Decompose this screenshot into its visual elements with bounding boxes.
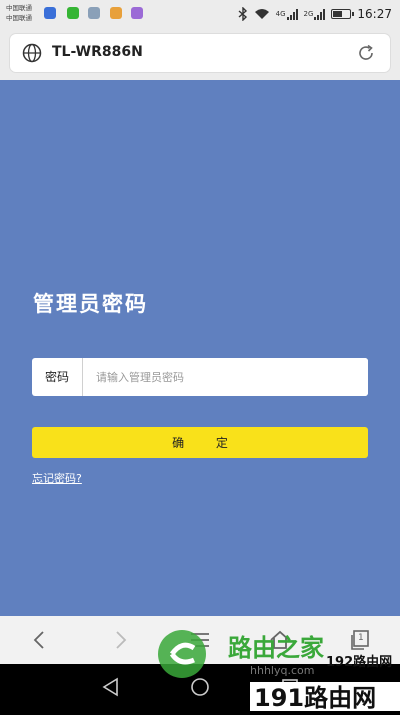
- gallery-icon: [88, 7, 100, 19]
- confirm-button[interactable]: 确 定: [32, 427, 368, 458]
- browser-bottom-nav: 1: [0, 616, 400, 664]
- reload-icon[interactable]: [356, 43, 376, 63]
- app-icon: [131, 7, 143, 19]
- login-page: 管理员密码 密码 确 定 忘记密码?: [0, 80, 400, 616]
- message-icon: [44, 7, 56, 19]
- password-group: 密码: [32, 358, 368, 396]
- home-icon[interactable]: [268, 628, 292, 652]
- net-type-2: 2G: [303, 9, 314, 18]
- wechat-icon: [67, 7, 79, 19]
- back-icon[interactable]: [28, 628, 52, 652]
- gallery-icon: [110, 7, 122, 19]
- forgot-password-link[interactable]: 忘记密码?: [32, 470, 82, 486]
- tabs-icon[interactable]: 1: [348, 628, 372, 652]
- clock: 16:27: [357, 7, 392, 21]
- address-bar[interactable]: TL-WR886N: [10, 34, 390, 72]
- battery-icon: [331, 9, 355, 19]
- signal-group-1: 4G: [275, 8, 298, 20]
- carrier-1: 中国联通: [6, 4, 32, 12]
- menu-icon[interactable]: [188, 628, 212, 652]
- signal-group-2: 2G: [303, 8, 326, 20]
- status-bar: 中国联通 中国联通 4G 2G 16:27: [0, 0, 400, 28]
- system-home-icon[interactable]: [188, 675, 212, 699]
- url-text[interactable]: TL-WR886N: [52, 44, 143, 60]
- signal-icon: [286, 8, 298, 20]
- status-right: 4G 2G 16:27: [238, 5, 392, 23]
- browser-toolbar: TL-WR886N: [0, 28, 400, 80]
- battery-fill: [333, 11, 343, 17]
- forward-icon[interactable]: [108, 628, 132, 652]
- carrier-info: 中国联通 中国联通: [6, 3, 32, 23]
- wifi-icon: [254, 9, 269, 19]
- tabs-count: 1: [358, 633, 364, 643]
- globe-icon: [22, 43, 42, 63]
- page-title: 管理员密码: [33, 291, 148, 316]
- carrier-2: 中国联通: [6, 14, 32, 22]
- system-recents-icon[interactable]: [278, 675, 302, 699]
- net-type-1: 4G: [275, 9, 286, 18]
- signal-icon: [314, 8, 326, 20]
- system-back-icon[interactable]: [98, 675, 122, 699]
- bluetooth-icon: [238, 7, 247, 21]
- password-input[interactable]: [84, 358, 368, 396]
- password-label: 密码: [32, 358, 83, 396]
- system-nav-bar: [0, 664, 400, 711]
